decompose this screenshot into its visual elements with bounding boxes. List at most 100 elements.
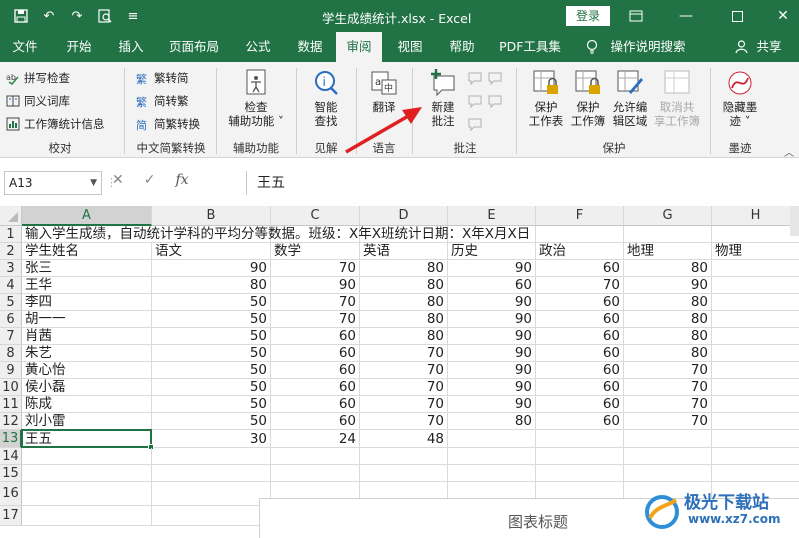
row-header-2[interactable]: 2 xyxy=(0,243,22,260)
close-icon[interactable]: ✕ xyxy=(770,4,796,28)
cell-c2[interactable]: 数学 xyxy=(271,243,360,260)
row-header-17[interactable]: 17 xyxy=(0,506,22,526)
row-header-7[interactable]: 7 xyxy=(0,328,22,345)
select-all-corner[interactable] xyxy=(0,206,22,226)
cell-h3[interactable] xyxy=(712,260,799,277)
protect-sheet-button[interactable]: 保护 工作表 xyxy=(524,64,568,128)
row-header-14[interactable]: 14 xyxy=(0,448,22,465)
tab-home[interactable]: 开始 xyxy=(56,32,102,62)
row-header-12[interactable]: 12 xyxy=(0,413,22,430)
row-header-8[interactable]: 8 xyxy=(0,345,22,362)
save-icon[interactable] xyxy=(10,6,32,26)
row-header-9[interactable]: 9 xyxy=(0,362,22,379)
cell-e14[interactable] xyxy=(448,448,536,465)
insert-function-icon[interactable]: fx xyxy=(175,172,188,188)
cell-h6[interactable] xyxy=(712,311,799,328)
cell-a5[interactable]: 李四 xyxy=(22,294,152,311)
cell-e15[interactable] xyxy=(448,465,536,482)
cell-f1[interactable] xyxy=(536,226,624,243)
cell-g1[interactable] xyxy=(624,226,712,243)
cell-a4[interactable]: 王华 xyxy=(22,277,152,294)
cell-d12[interactable]: 70 xyxy=(360,413,448,430)
redo-icon[interactable]: ↷ xyxy=(66,6,88,26)
cell-b9[interactable]: 50 xyxy=(152,362,271,379)
protect-workbook-button[interactable]: 保护 工作簿 xyxy=(566,64,610,128)
cell-e11[interactable]: 90 xyxy=(448,396,536,413)
allow-edit-ranges-button[interactable]: 允许编 辑区域 xyxy=(608,64,652,128)
cell-g14[interactable] xyxy=(624,448,712,465)
cell-f6[interactable]: 60 xyxy=(536,311,624,328)
cell-h14[interactable] xyxy=(712,448,799,465)
row-header-5[interactable]: 5 xyxy=(0,294,22,311)
cell-h13[interactable] xyxy=(712,430,799,448)
cell-e12[interactable]: 80 xyxy=(448,413,536,430)
cell-c9[interactable]: 60 xyxy=(271,362,360,379)
cell-e13[interactable] xyxy=(448,430,536,448)
cell-c14[interactable] xyxy=(271,448,360,465)
cell-f7[interactable]: 60 xyxy=(536,328,624,345)
cell-g12[interactable]: 70 xyxy=(624,413,712,430)
cell-h9[interactable] xyxy=(712,362,799,379)
cell-c13[interactable]: 24 xyxy=(271,430,360,448)
cell-d10[interactable]: 70 xyxy=(360,379,448,396)
row-header-6[interactable]: 6 xyxy=(0,311,22,328)
cell-d13[interactable]: 48 xyxy=(360,430,448,448)
new-comment-button[interactable]: 新建 批注 xyxy=(420,64,466,128)
cell-b13[interactable]: 30 xyxy=(152,430,271,448)
cell-b2[interactable]: 语文 xyxy=(152,243,271,260)
cell-d7[interactable]: 80 xyxy=(360,328,448,345)
column-header-c[interactable]: C xyxy=(271,206,360,226)
cell-g8[interactable]: 80 xyxy=(624,345,712,362)
cell-a13[interactable]: 王五 xyxy=(22,430,152,448)
cell-b4[interactable]: 80 xyxy=(152,277,271,294)
cell-f15[interactable] xyxy=(536,465,624,482)
formula-input[interactable]: 王五 xyxy=(246,171,799,195)
cell-f10[interactable]: 60 xyxy=(536,379,624,396)
cell-a16[interactable] xyxy=(22,482,152,506)
cancel-entry-icon[interactable]: ✕ xyxy=(112,172,124,188)
tab-formulas[interactable]: 公式 xyxy=(236,32,280,62)
cell-c5[interactable]: 70 xyxy=(271,294,360,311)
cell-b12[interactable]: 50 xyxy=(152,413,271,430)
cell-b15[interactable] xyxy=(152,465,271,482)
simp-to-trad-button[interactable]: 繁 简转繁 xyxy=(136,91,189,111)
row-header-1[interactable]: 1 xyxy=(0,226,22,243)
tab-view[interactable]: 视图 xyxy=(388,32,432,62)
cell-e3[interactable]: 90 xyxy=(448,260,536,277)
cell-h12[interactable] xyxy=(712,413,799,430)
vertical-scrollbar[interactable] xyxy=(790,206,799,236)
collapse-ribbon-icon[interactable]: ︿ xyxy=(784,144,794,159)
cell-a15[interactable] xyxy=(22,465,152,482)
tab-file[interactable]: 文件 xyxy=(4,32,46,62)
cell-f13[interactable] xyxy=(536,430,624,448)
row-header-10[interactable]: 10 xyxy=(0,379,22,396)
column-header-f[interactable]: F xyxy=(536,206,624,226)
cell-a7[interactable]: 肖茜 xyxy=(22,328,152,345)
tab-pdf-tools[interactable]: PDF工具集 xyxy=(492,32,568,62)
cell-e4[interactable]: 60 xyxy=(448,277,536,294)
translate-button[interactable]: a中 翻译 xyxy=(364,64,404,114)
smart-lookup-button[interactable]: i 智能 查找 xyxy=(304,64,348,128)
row-header-13[interactable]: 13 xyxy=(0,430,22,448)
cell-d2[interactable]: 英语 xyxy=(360,243,448,260)
share-button[interactable]: 共享 xyxy=(752,32,786,62)
cell-h2[interactable]: 物理 xyxy=(712,243,799,260)
cell-e2[interactable]: 历史 xyxy=(448,243,536,260)
cell-b16[interactable] xyxy=(152,482,271,506)
cell-g4[interactable]: 90 xyxy=(624,277,712,294)
row-header-11[interactable]: 11 xyxy=(0,396,22,413)
workbook-statistics-button[interactable]: 工作簿统计信息 xyxy=(6,114,105,134)
row-header-15[interactable]: 15 xyxy=(0,465,22,482)
minimize-icon[interactable]: — xyxy=(673,4,699,28)
cell-b10[interactable]: 50 xyxy=(152,379,271,396)
cell-a6[interactable]: 胡一一 xyxy=(22,311,152,328)
cell-g11[interactable]: 70 xyxy=(624,396,712,413)
cell-d3[interactable]: 80 xyxy=(360,260,448,277)
chinese-conversion-button[interactable]: 简 简繁转换 xyxy=(136,114,200,134)
cell-b5[interactable]: 50 xyxy=(152,294,271,311)
cell-g10[interactable]: 70 xyxy=(624,379,712,396)
chevron-down-icon[interactable]: ▼ xyxy=(90,172,97,194)
cell-d14[interactable] xyxy=(360,448,448,465)
cell-a11[interactable]: 陈成 xyxy=(22,396,152,413)
column-header-b[interactable]: B xyxy=(152,206,271,226)
